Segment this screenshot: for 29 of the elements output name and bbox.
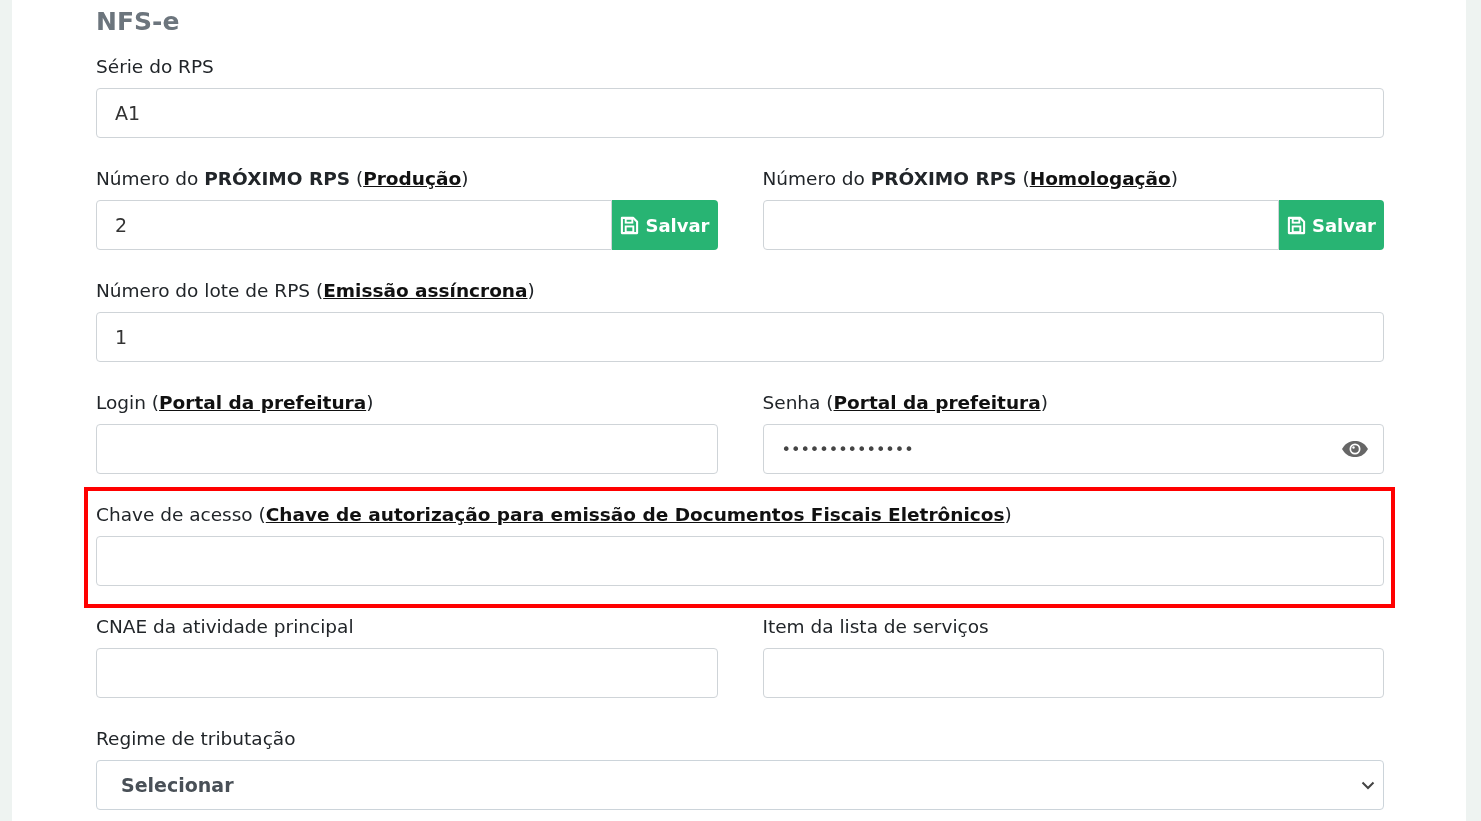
chevron-down-icon [1361,780,1375,790]
input-field[interactable]: 2 [96,200,613,250]
field-label: Série do RPS [96,55,215,79]
label-link[interactable]: Chave de autorização para emissão de Documentos Fiscais Eletrônicos [265,504,1005,525]
input-field[interactable] [762,200,1279,250]
label-link[interactable]: Portal da prefeitura [159,392,367,413]
input-field[interactable] [96,648,718,698]
field-label: Número do lote de RPS (Emissão assíncrona) [96,279,536,303]
field-label: Item da lista de serviços [762,615,990,639]
label-link[interactable]: Produção [363,168,462,189]
password-field[interactable]: •••••••••••••• [762,424,1384,474]
eye-icon[interactable] [1341,440,1369,458]
input-field[interactable]: 1 [96,312,1384,362]
field-label: Senha (Portal da prefeitura) [762,391,1049,415]
field-label: Chave de acesso (Chave de autorização para emissão de Documentos Fiscais Eletrônicos) [96,503,1013,527]
input-field[interactable] [96,536,1384,586]
field-label: Regime de tributação [96,727,297,751]
input-field[interactable] [96,424,718,474]
select-field[interactable]: Selecionar [96,760,1384,810]
label-link[interactable]: Emissão assíncrona [323,280,528,301]
field-label: Login (Portal da prefeitura) [96,391,375,415]
field-label: Número do PRÓXIMO RPS (Homologação) [762,167,1179,191]
field-label: Número do PRÓXIMO RPS (Produção) [96,167,470,191]
section-title: NFS-e [96,6,181,38]
label-link[interactable]: Homologação [1029,168,1171,189]
input-field[interactable] [762,648,1384,698]
field-label: CNAE da atividade principal [96,615,355,639]
label-link[interactable]: Portal da prefeitura [833,392,1041,413]
input-field[interactable]: A1 [96,88,1384,138]
